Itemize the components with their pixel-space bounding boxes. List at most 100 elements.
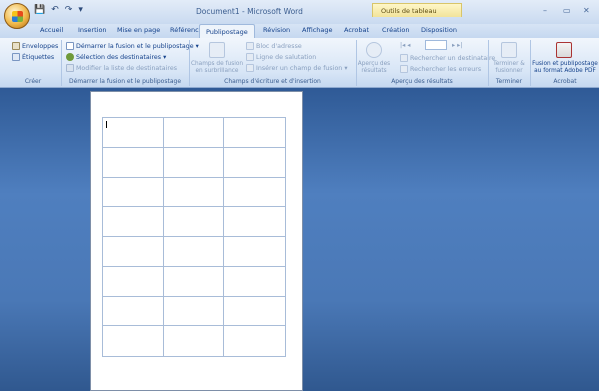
pdf-merge-label: Fusion et publipostage au format Adobe P…	[532, 61, 598, 74]
text-cursor	[106, 121, 107, 128]
insert-merge-field-label: Insérer un champ de fusion	[256, 64, 343, 72]
table-cell[interactable]	[103, 266, 164, 297]
redo-icon[interactable]: ↷	[65, 5, 73, 15]
table-cell[interactable]	[163, 237, 225, 267]
highlight-fields-icon[interactable]	[209, 42, 225, 58]
labels-icon	[12, 53, 20, 61]
group-label-demarrer: Démarrer la fusion et le publipostage	[68, 78, 182, 85]
enveloppes-button[interactable]: Enveloppes	[12, 42, 58, 50]
check-errors-label: Rechercher les erreurs	[410, 65, 482, 73]
edit-recipients-label: Modifier la liste de destinataires	[76, 64, 177, 72]
address-block-label: Bloc d'adresse	[256, 42, 302, 50]
tab-acrobat[interactable]: Acrobat	[344, 26, 369, 34]
table-cell[interactable]	[224, 267, 285, 297]
start-merge-label: Démarrer la fusion et le publipostage	[76, 42, 194, 50]
tab-publipostage[interactable]: Publipostage	[199, 24, 255, 38]
table-cell[interactable]	[224, 178, 285, 208]
edit-recipients-button[interactable]: Modifier la liste de destinataires	[66, 64, 177, 72]
table-cell[interactable]	[103, 296, 164, 327]
group-label-creer: Créer	[24, 78, 42, 85]
find-recipient-button[interactable]: Rechercher un destinataire	[400, 54, 495, 62]
customize-qat-icon[interactable]: ▾	[78, 5, 83, 15]
chevron-down-icon: ▾	[344, 64, 348, 72]
greeting-icon	[246, 53, 254, 61]
chevron-down-icon: ▾	[195, 42, 199, 50]
address-block-icon	[246, 42, 254, 50]
insert-merge-field-button[interactable]: Insérer un champ de fusion ▾	[246, 64, 347, 72]
window-title: Document1 - Microsoft Word	[196, 7, 303, 16]
pdf-merge-icon[interactable]	[556, 42, 572, 58]
tab-revision[interactable]: Révision	[263, 26, 290, 34]
group-label-champs: Champs d'écriture et d'insertion	[224, 78, 321, 85]
group-label-acrobat: Acrobat	[553, 78, 577, 85]
select-recipients-label: Sélection des destinataires	[76, 53, 162, 61]
table-cell[interactable]	[224, 237, 285, 267]
check-errors-icon	[400, 65, 408, 73]
title-bar: 💾 ↶ ↷ ▾ Document1 - Microsoft Word Outil…	[0, 0, 599, 29]
greeting-line-label: Ligne de salutation	[256, 53, 317, 61]
finish-merge-label: Terminer & fusionner	[493, 61, 525, 74]
table-cell[interactable]	[103, 326, 164, 356]
tab-insertion[interactable]: Insertion	[78, 26, 107, 34]
table-cell[interactable]	[224, 326, 285, 356]
enveloppes-label: Enveloppes	[22, 42, 59, 50]
table-cell[interactable]	[163, 118, 225, 148]
ribbon-tabs: Accueil Insertion Mise en page Référence…	[0, 24, 599, 38]
etiquettes-button[interactable]: Étiquettes	[12, 53, 54, 61]
minimize-button[interactable]: –	[543, 6, 547, 15]
table-cell[interactable]	[224, 148, 285, 178]
table-cell[interactable]	[163, 296, 225, 327]
tab-mise-en-page[interactable]: Mise en page	[117, 26, 160, 34]
table-cell[interactable]	[103, 177, 164, 208]
group-label-apercu: Aperçu des résultats	[391, 78, 453, 85]
table-cell[interactable]	[224, 118, 285, 148]
chevron-down-icon: ▾	[163, 53, 167, 61]
context-tab-label: Outils de tableau	[381, 7, 437, 15]
finish-merge-icon[interactable]	[501, 42, 517, 58]
undo-icon[interactable]: ↶	[51, 5, 59, 15]
table-cell[interactable]	[163, 207, 225, 237]
table-cell[interactable]	[163, 177, 225, 208]
office-logo-icon	[12, 11, 23, 22]
table-cell[interactable]	[163, 266, 225, 297]
table-cell[interactable]	[103, 207, 164, 237]
table-cell[interactable]	[103, 147, 164, 178]
labels-table[interactable]	[102, 117, 286, 357]
last-record-icon[interactable]: ▸ ▸|	[452, 42, 462, 49]
record-number-field[interactable]	[425, 40, 447, 50]
table-cell[interactable]	[224, 207, 285, 237]
document-icon	[66, 42, 74, 50]
edit-list-icon	[66, 64, 74, 72]
merge-field-icon	[246, 64, 254, 72]
quick-access-toolbar: 💾 ↶ ↷ ▾	[34, 5, 83, 15]
office-button[interactable]	[4, 3, 30, 29]
etiquettes-label: Étiquettes	[22, 53, 55, 61]
tab-accueil[interactable]: Accueil	[40, 26, 63, 34]
table-cell[interactable]	[224, 297, 285, 327]
group-label-terminer: Terminer	[495, 78, 523, 85]
first-record-icon[interactable]: |◂ ◂	[400, 42, 410, 49]
address-block-button[interactable]: Bloc d'adresse	[246, 42, 302, 50]
envelope-icon	[12, 42, 20, 50]
tab-creation[interactable]: Création	[382, 26, 410, 34]
tab-disposition[interactable]: Disposition	[421, 26, 457, 34]
table-cell[interactable]	[163, 147, 225, 178]
select-recipients-button[interactable]: Sélection des destinataires ▾	[66, 53, 166, 61]
start-merge-button[interactable]: Démarrer la fusion et le publipostage ▾	[66, 42, 199, 50]
tab-affichage[interactable]: Affichage	[302, 26, 333, 34]
context-tab-table-tools: Outils de tableau	[372, 3, 462, 17]
preview-results-icon[interactable]	[366, 42, 382, 58]
table-cell[interactable]	[103, 237, 164, 267]
greeting-line-button[interactable]: Ligne de salutation	[246, 53, 316, 61]
save-icon[interactable]: 💾	[34, 5, 45, 15]
find-icon	[400, 54, 408, 62]
highlight-fields-label: Champs de fusion en surbrillance	[190, 61, 244, 74]
table-cell[interactable]	[164, 326, 225, 356]
close-button[interactable]: ✕	[583, 6, 590, 15]
table-cell[interactable]	[103, 118, 164, 148]
check-errors-button[interactable]: Rechercher les erreurs	[400, 65, 481, 73]
recipients-icon	[66, 53, 74, 61]
maximize-button[interactable]: ▭	[563, 6, 571, 15]
find-recipient-label: Rechercher un destinataire	[410, 54, 496, 62]
preview-results-button-label: Aperçu des résultats	[357, 61, 391, 74]
